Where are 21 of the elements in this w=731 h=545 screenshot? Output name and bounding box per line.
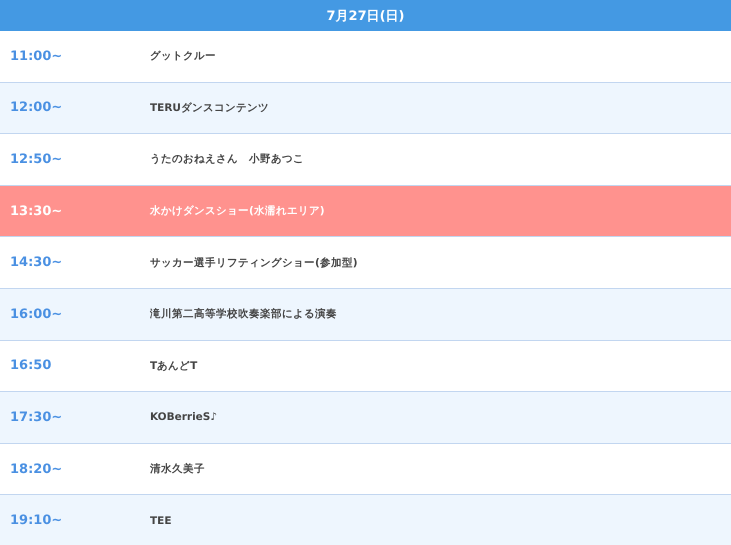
performer-text: グットクルー	[150, 49, 216, 64]
performer-text: TあんどT	[150, 358, 198, 373]
time-text: 17:30~	[9, 410, 64, 425]
time-text: 11:00~	[9, 48, 64, 64]
performer-text: 滝川第二高等学校吹奏楽部による演奏	[150, 307, 337, 322]
time-text: 19:10~	[9, 513, 64, 528]
time-text: 13:30~	[9, 204, 64, 219]
time-text: 16:50	[9, 358, 52, 374]
performer-text: TEE	[150, 514, 172, 527]
performer-text: TERUダンスコンテンツ	[150, 100, 269, 115]
time-text: 18:20~	[9, 462, 64, 477]
performer-text: サッカー選手リフティングショー(参加型)	[150, 256, 358, 270]
time-text: 12:50~	[9, 152, 64, 167]
performer-text: うたのおねえさん 小野あつこ	[150, 152, 304, 166]
time-text: 14:30~	[9, 255, 64, 270]
performer-text: KOBerrieS♪	[150, 411, 218, 424]
time-text: 12:00~	[9, 100, 64, 116]
performer-text: 水かけダンスショー(水濡れエリア)	[150, 204, 325, 218]
performer-text: 清水久美子	[150, 462, 205, 476]
schedule-header: 7月27日(日)	[0, 0, 731, 31]
time-text: 16:00~	[9, 306, 64, 322]
